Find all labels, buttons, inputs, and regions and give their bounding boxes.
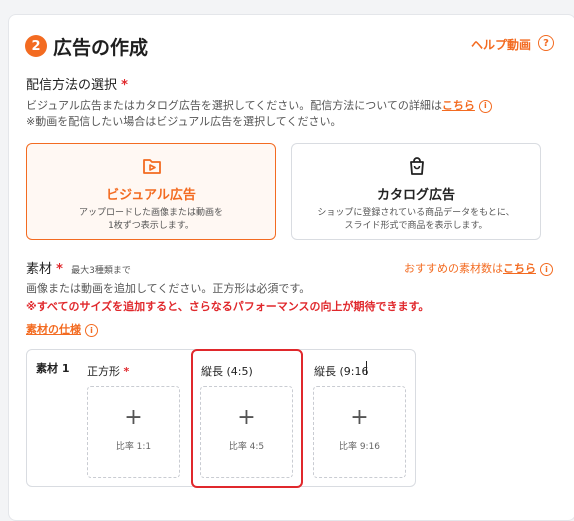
help-icon[interactable]: ? <box>538 35 554 51</box>
ratio-label: 比率 1:1 <box>115 442 152 452</box>
visual-ad-option[interactable]: ビジュアル広告 アップロードした画像または動画を 1枚ずつ表示します。 <box>26 143 276 240</box>
catalog-ad-option[interactable]: カタログ広告 ショップに登録されている商品データをもとに、 スライド形式で商品を表… <box>291 143 541 240</box>
material-label: 素材 * 最大3種類まで <box>26 262 131 277</box>
material-row-label: 素材 1 <box>36 362 70 375</box>
recommend-link[interactable]: こちら <box>503 262 536 275</box>
delivery-description: ビジュアル広告またはカタログ広告を選択してください。配信方法についての詳細はこち… <box>26 98 571 130</box>
material-warning: ※すべてのサイズを追加すると、さらなるパフォーマンスの向上が期待できます。 <box>26 300 430 313</box>
info-icon[interactable]: i <box>478 99 492 113</box>
plus-icon: + <box>350 405 369 430</box>
portrait-9-16-slot-label: 縦長 (9:16 <box>314 365 369 378</box>
visual-ad-title: ビジュアル広告 <box>106 188 196 203</box>
shopping-bag-icon <box>410 157 424 175</box>
info-icon[interactable]: i <box>85 323 98 337</box>
delivery-details-link[interactable]: こちら <box>442 99 475 112</box>
plus-icon: + <box>124 405 143 430</box>
text-cursor <box>366 361 367 375</box>
square-upload-slot[interactable]: + 比率 1:1 <box>87 386 180 478</box>
catalog-ad-description: ショップに登録されている商品データをもとに、 スライド形式で商品を表示します。 <box>317 208 515 231</box>
help-video-link[interactable]: ヘルプ動画 <box>471 36 531 53</box>
visual-ad-description: アップロードした画像または動画を 1枚ずつ表示します。 <box>78 208 223 231</box>
material-spec-link[interactable]: 素材の仕様 <box>26 323 81 336</box>
ratio-label: 比率 9:16 <box>338 442 381 452</box>
square-slot-label: 正方形 * <box>87 365 130 378</box>
step-number-badge: 2 <box>25 35 47 57</box>
material-description: 画像または動画を追加してください。正方形は必須です。 <box>26 282 311 295</box>
section-title: 広告の作成 <box>53 37 149 59</box>
video-folder-icon <box>143 159 161 174</box>
catalog-ad-title: カタログ広告 <box>376 188 455 203</box>
info-icon[interactable]: i <box>540 262 553 276</box>
material-spec: 素材の仕様 i <box>26 321 98 337</box>
ad-creation-card: 2 広告の作成 ヘルプ動画 ? 配信方法の選択 * ビジュアル広告またはカタログ… <box>8 14 574 521</box>
delivery-method-label: 配信方法の選択 * <box>26 78 128 93</box>
highlight-box <box>191 349 303 488</box>
recommend-count: おすすめの素材数はこちら i <box>404 260 553 276</box>
portrait-9-16-upload-slot[interactable]: + 比率 9:16 <box>313 386 406 478</box>
